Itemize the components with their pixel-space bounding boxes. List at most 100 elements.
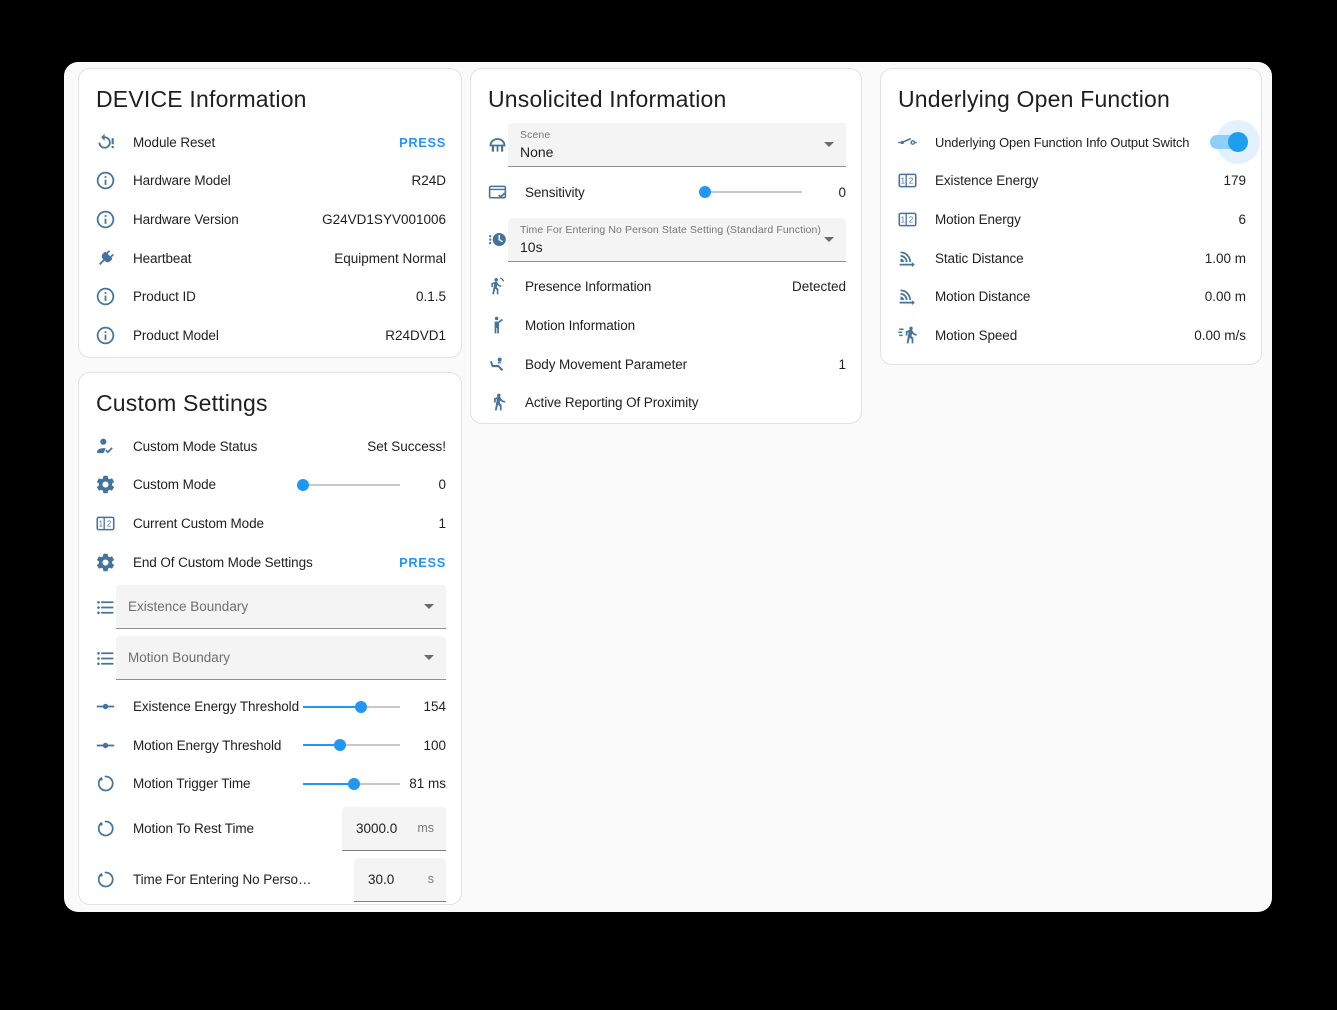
row-product-id: Product ID 0.1.5 — [94, 277, 446, 316]
sensitivity-icon — [486, 181, 508, 203]
electric-switch-icon — [896, 131, 918, 153]
row-label: Existence Energy — [935, 173, 1223, 188]
row-heartbeat: Heartbeat Equipment Normal — [94, 239, 446, 278]
row-value: R24D — [411, 173, 446, 188]
row-hardware-version: Hardware Version G24VD1SYV001006 — [94, 200, 446, 239]
card-title: Custom Settings — [94, 373, 446, 427]
walk-icon — [486, 392, 508, 414]
svg-text:2: 2 — [908, 177, 912, 186]
row-value: 0.00 m — [1205, 289, 1246, 304]
row-existence-energy-threshold: Existence Energy Threshold 154 — [94, 687, 446, 726]
row-label: Static Distance — [935, 251, 1205, 266]
row-label: Time For Entering No Perso… — [133, 872, 354, 887]
counter-icon: 12 — [896, 208, 918, 230]
information-icon — [94, 324, 116, 346]
row-label: Heartbeat — [133, 251, 334, 266]
clock-dots-icon — [486, 229, 508, 251]
information-icon — [94, 208, 116, 230]
row-static-distance: Static Distance 1.00 m — [896, 239, 1246, 278]
row-label: Motion Information — [525, 318, 846, 333]
signal-distance-icon — [896, 247, 918, 269]
row-time-setting: Time For Entering No Person State Settin… — [486, 218, 846, 262]
slider-thumb[interactable] — [348, 778, 360, 790]
row-value: 0.1.5 — [416, 289, 446, 304]
card-title: Unsolicited Information — [486, 69, 846, 123]
row-motion-information: Motion Information — [486, 306, 846, 345]
run-fast-icon — [896, 324, 918, 346]
row-label: Motion Distance — [935, 289, 1205, 304]
row-label: Motion Trigger Time — [133, 776, 303, 791]
slider-thumb[interactable] — [297, 479, 309, 491]
row-label: Custom Mode — [133, 477, 303, 492]
row-value: Equipment Normal — [334, 251, 446, 266]
row-label: Current Custom Mode — [133, 516, 438, 531]
row-value: Detected — [792, 279, 846, 294]
row-label: Underlying Open Function Info Output Swi… — [935, 135, 1198, 150]
existence-boundary-select[interactable]: Existence Boundary — [116, 585, 446, 629]
chevron-down-icon — [824, 237, 834, 242]
output-switch-toggle[interactable] — [1210, 132, 1246, 152]
motion-energy-threshold-slider[interactable] — [303, 738, 400, 752]
information-icon — [94, 286, 116, 308]
card-title: DEVICE Information — [94, 69, 446, 123]
device-information-card: DEVICE Information Module Reset PRESS Ha… — [78, 68, 462, 358]
row-value: R24DVD1 — [385, 328, 446, 343]
row-scene: Scene None — [486, 123, 846, 167]
row-label: Presence Information — [525, 279, 792, 294]
row-sensitivity: Sensitivity 0 — [486, 173, 846, 212]
row-value: 81 ms — [400, 776, 446, 791]
row-existence-boundary: Existence Boundary — [94, 585, 446, 629]
signal-distance-icon — [896, 286, 918, 308]
row-label: Hardware Model — [133, 173, 411, 188]
time-no-person-input[interactable]: 30.0 s — [354, 858, 446, 902]
row-label: Existence Energy Threshold — [133, 699, 303, 714]
slider-thumb[interactable] — [355, 701, 367, 713]
account-check-icon — [94, 435, 116, 457]
svg-text:2: 2 — [908, 216, 912, 225]
press-button[interactable]: PRESS — [399, 135, 446, 150]
row-label: Motion Energy — [935, 212, 1238, 227]
list-icon — [94, 596, 116, 618]
chevron-down-icon — [824, 142, 834, 147]
svg-text:1: 1 — [98, 520, 102, 529]
row-motion-energy: 12 Motion Energy 6 — [896, 200, 1246, 239]
row-motion-speed: Motion Speed 0.00 m/s — [896, 316, 1246, 355]
slider-thumb[interactable] — [334, 739, 346, 751]
row-label: Body Movement Parameter — [525, 357, 838, 372]
row-value: 179 — [1223, 173, 1246, 188]
counter-icon: 12 — [896, 170, 918, 192]
row-label: Motion To Rest Time — [133, 821, 342, 836]
row-value: 0.00 m/s — [1194, 328, 1246, 343]
unit-label: s — [428, 872, 434, 886]
row-value: G24VD1SYV001006 — [322, 212, 446, 227]
row-body-movement: Body Movement Parameter 1 — [486, 345, 846, 384]
row-label: Custom Mode Status — [133, 439, 367, 454]
time-setting-select[interactable]: Time For Entering No Person State Settin… — [508, 218, 846, 262]
chevron-down-icon — [424, 604, 434, 609]
row-value: 6 — [1238, 212, 1246, 227]
row-time-no-person: Time For Entering No Perso… 30.0 s — [94, 854, 446, 905]
sensitivity-slider[interactable] — [705, 185, 802, 199]
press-button[interactable]: PRESS — [399, 555, 446, 570]
row-product-model: Product Model R24DVD1 — [94, 316, 446, 355]
row-value: 154 — [400, 699, 446, 714]
human-greeting-icon — [486, 314, 508, 336]
motion-sensor-icon — [486, 276, 508, 298]
row-label: Module Reset — [133, 135, 399, 150]
unsolicited-information-card: Unsolicited Information Scene None Sensi… — [470, 68, 862, 424]
motion-boundary-select[interactable]: Motion Boundary — [116, 636, 446, 680]
row-label: End Of Custom Mode Settings — [133, 555, 399, 570]
row-label: Product Model — [133, 328, 385, 343]
restart-alert-icon — [94, 131, 116, 153]
gear-icon — [94, 474, 116, 496]
row-output-switch: Underlying Open Function Info Output Swi… — [896, 123, 1246, 162]
motion-trigger-time-slider[interactable] — [303, 777, 400, 791]
gear-icon — [94, 551, 116, 573]
slider-thumb[interactable] — [699, 186, 711, 198]
threshold-icon — [94, 734, 116, 756]
custom-mode-slider[interactable] — [303, 478, 400, 492]
existence-energy-threshold-slider[interactable] — [303, 700, 400, 714]
scene-select[interactable]: Scene None — [508, 123, 846, 167]
motion-to-rest-time-input[interactable]: 3000.0 ms — [342, 807, 446, 851]
row-motion-trigger-time: Motion Trigger Time 81 ms — [94, 765, 446, 804]
